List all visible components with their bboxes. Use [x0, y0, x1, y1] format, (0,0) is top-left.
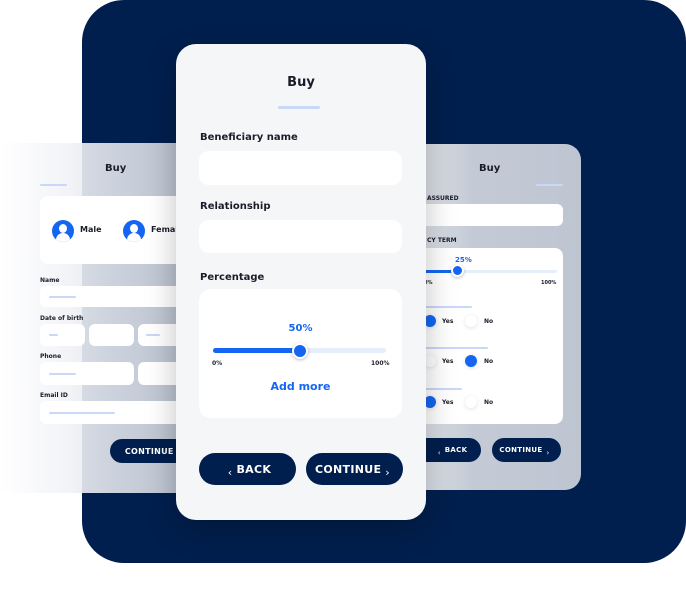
card-title: Buy: [479, 163, 501, 174]
policy-details-card: Buy ASSURED CY TERM 25% 0% 100% Yes No Y…: [400, 144, 581, 490]
percentage-slider-value: 50%: [288, 323, 313, 334]
question-1-text: [424, 306, 472, 308]
dob-month-input[interactable]: [89, 324, 134, 346]
percentage-slider-min: 0%: [212, 360, 223, 367]
continue-label: CONTINUE: [124, 446, 174, 456]
title-underline: [278, 106, 320, 109]
chevron-right-icon: ›: [546, 449, 550, 457]
continue-button[interactable]: CONTINUE›: [306, 453, 403, 485]
percentage-slider-max: 100%: [371, 360, 390, 367]
personal-details-card: Buy Male Female Name Date of birth Phone…: [0, 143, 200, 493]
question-3-yes-label: Yes: [442, 399, 454, 406]
term-slider-track[interactable]: [424, 270, 557, 273]
question-3-text: [424, 388, 462, 390]
question-3-no-label: No: [484, 399, 494, 406]
question-2-yes-label: Yes: [442, 358, 454, 365]
chevron-right-icon: ›: [385, 465, 390, 479]
title-underline: [40, 184, 67, 186]
add-more-link[interactable]: Add more: [199, 380, 402, 393]
phone-code-input[interactable]: [40, 362, 134, 385]
gender-male-label[interactable]: Male: [80, 225, 102, 234]
continue-label: CONTINUE: [315, 462, 382, 476]
sum-assured-label: ASSURED: [427, 195, 459, 202]
question-2-no-radio[interactable]: [465, 355, 477, 367]
question-1-no-label: No: [484, 318, 494, 325]
policy-term-panel: 25% 0% 100% Yes No Yes No Yes No: [424, 248, 563, 424]
card-title: Buy: [105, 163, 127, 174]
percentage-panel: 50% 0% 100% Add more: [199, 289, 402, 418]
question-2-no-label: No: [484, 358, 494, 365]
female-avatar-icon[interactable]: [123, 220, 145, 242]
question-2-text: [424, 347, 488, 349]
beneficiary-name-input[interactable]: [199, 151, 402, 185]
percentage-label: Percentage: [200, 272, 265, 283]
chevron-left-icon: ‹: [227, 465, 233, 479]
back-button[interactable]: ‹ BACK: [199, 453, 296, 485]
back-label: BACK: [236, 462, 272, 476]
question-3-no-radio[interactable]: [465, 396, 477, 408]
continue-button[interactable]: CONTINUE›: [492, 438, 561, 462]
question-1-no-radio[interactable]: [465, 315, 477, 327]
beneficiary-name-label: Beneficiary name: [200, 132, 298, 143]
beneficiary-card: Buy Beneficiary name Relationship Percen…: [176, 44, 426, 520]
back-label: BACK: [444, 446, 468, 454]
card-title: Buy: [287, 75, 315, 90]
percentage-slider-thumb[interactable]: [291, 343, 308, 359]
male-avatar-icon[interactable]: [52, 220, 74, 242]
relationship-input[interactable]: [199, 220, 402, 253]
phone-label: Phone: [40, 353, 62, 360]
dob-label: Date of birth: [40, 315, 84, 322]
policy-term-label: CY TERM: [427, 237, 457, 244]
term-slider-thumb[interactable]: [450, 264, 464, 277]
relationship-label: Relationship: [200, 201, 271, 212]
email-label: Email ID: [40, 392, 68, 399]
dob-day-input[interactable]: [40, 324, 85, 346]
chevron-left-icon: ‹: [437, 449, 441, 457]
continue-label: CONTINUE: [499, 446, 543, 454]
sum-assured-input[interactable]: [426, 204, 563, 226]
question-1-yes-label: Yes: [442, 318, 454, 325]
name-label: Name: [40, 277, 60, 284]
title-underline: [536, 184, 563, 186]
term-slider-max: 100%: [541, 280, 557, 286]
term-slider-value: 25%: [455, 256, 472, 264]
back-button[interactable]: ‹ BACK: [420, 438, 481, 462]
